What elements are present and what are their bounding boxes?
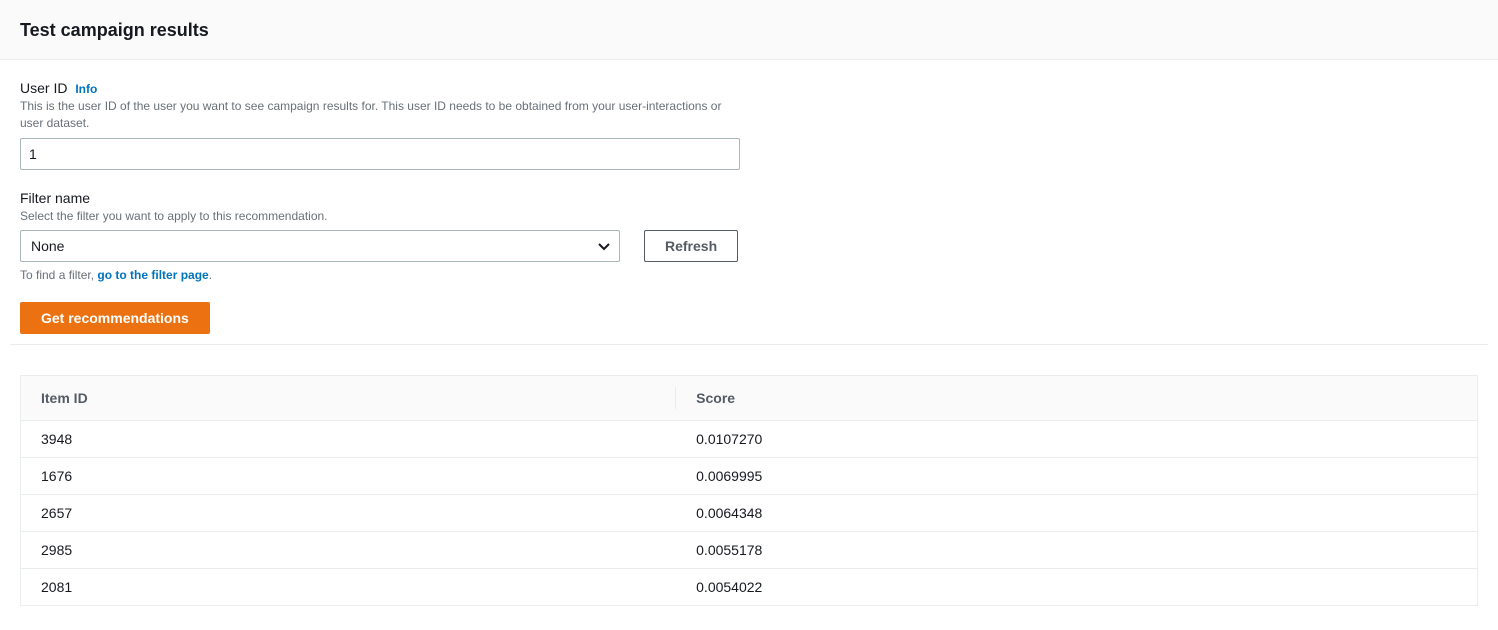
cell-item-id: 2657 (21, 495, 677, 532)
filter-hint: To find a filter, go to the filter page. (20, 268, 1478, 282)
page-title: Test campaign results (20, 20, 1478, 41)
action-row: Get recommendations (20, 302, 1478, 334)
cell-item-id: 2985 (21, 532, 677, 569)
table-row: 1676 0.0069995 (21, 458, 1478, 495)
refresh-button[interactable]: Refresh (644, 230, 738, 262)
filter-hint-prefix: To find a filter, (20, 268, 97, 282)
cell-score: 0.0054022 (676, 569, 1477, 606)
table-header-row: Item ID Score (21, 376, 1478, 421)
filter-page-link[interactable]: go to the filter page (97, 268, 208, 282)
get-recommendations-button[interactable]: Get recommendations (20, 302, 210, 334)
user-id-label: User ID (20, 80, 67, 96)
table-row: 3948 0.0107270 (21, 421, 1478, 458)
table-row: 2985 0.0055178 (21, 532, 1478, 569)
cell-score: 0.0107270 (676, 421, 1477, 458)
cell-score: 0.0064348 (676, 495, 1477, 532)
table-row: 2657 0.0064348 (21, 495, 1478, 532)
filter-description: Select the filter you want to apply to t… (20, 208, 740, 225)
column-header-score[interactable]: Score (676, 376, 1477, 421)
cell-item-id: 2081 (21, 569, 677, 606)
filter-label-row: Filter name (20, 190, 1478, 206)
filter-label: Filter name (20, 190, 90, 206)
cell-item-id: 3948 (21, 421, 677, 458)
filter-name-field: Filter name Select the filter you want t… (20, 190, 1478, 283)
filter-hint-suffix: . (209, 268, 212, 282)
page-header: Test campaign results (0, 0, 1498, 60)
table-row: 2081 0.0054022 (21, 569, 1478, 606)
user-id-field: User ID Info This is the user ID of the … (20, 80, 1478, 170)
main-content: User ID Info This is the user ID of the … (0, 60, 1498, 365)
cell-item-id: 1676 (21, 458, 677, 495)
filter-select-value: None (31, 238, 64, 254)
cell-score: 0.0055178 (676, 532, 1477, 569)
filter-select-wrapper: None (20, 230, 620, 262)
divider (10, 344, 1488, 345)
results-table-body: 3948 0.0107270 1676 0.0069995 2657 0.006… (21, 421, 1478, 606)
user-id-input[interactable] (20, 138, 740, 170)
results-section: Item ID Score 3948 0.0107270 1676 0.0069… (0, 365, 1498, 626)
column-header-item-id[interactable]: Item ID (21, 376, 677, 421)
user-id-label-row: User ID Info (20, 80, 1478, 96)
user-id-description: This is the user ID of the user you want… (20, 98, 740, 132)
user-id-info-link[interactable]: Info (75, 82, 97, 96)
cell-score: 0.0069995 (676, 458, 1477, 495)
filter-select[interactable]: None (20, 230, 620, 262)
results-table: Item ID Score 3948 0.0107270 1676 0.0069… (20, 375, 1478, 606)
filter-select-row: None Refresh (20, 230, 1478, 262)
